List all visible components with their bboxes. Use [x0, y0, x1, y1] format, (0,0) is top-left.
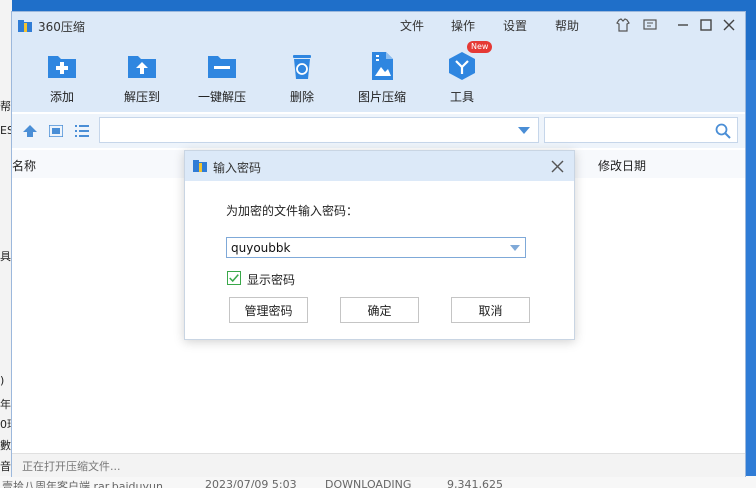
tools-cube-icon — [449, 52, 475, 80]
delete-label: 删除 — [289, 90, 314, 104]
extract-to-button[interactable]: 解压到 — [107, 50, 177, 105]
manage-password-button[interactable]: 管理密码 — [229, 297, 308, 323]
status-bar: 正在打开压缩文件... — [12, 453, 745, 477]
cancel-button[interactable]: 取消 — [451, 297, 530, 323]
show-password-checkbox[interactable] — [227, 271, 241, 285]
bg-text-fragment: 音 — [0, 460, 11, 473]
tools-label: 工具 — [449, 90, 474, 104]
password-field[interactable] — [226, 237, 526, 258]
bg-text-fragment: 年看 — [0, 398, 12, 411]
column-name[interactable]: 名称 — [12, 157, 36, 174]
bg-size: 9,341,625 — [447, 478, 503, 488]
thumbnail-view-icon[interactable] — [49, 125, 63, 137]
add-folder-icon — [48, 56, 76, 78]
bg-text-fragment: 帮 — [0, 100, 11, 113]
column-modified[interactable]: 修改日期 — [598, 157, 646, 174]
desktop-background-right — [745, 60, 756, 480]
extract-to-label: 解压到 — [123, 90, 160, 104]
bg-text-fragment: ) — [0, 374, 5, 387]
bg-status: DOWNLOADING — [325, 478, 412, 488]
bg-date: 2023/07/09 5:03 — [205, 478, 297, 488]
path-input[interactable] — [99, 117, 539, 143]
one-click-folder-icon — [208, 56, 236, 78]
extract-folder-icon — [128, 56, 156, 78]
minimize-icon[interactable] — [676, 18, 690, 32]
background-file-row: 壹拾八周年客户端.rar.baiduyun 2023/07/09 5:03 DO… — [0, 476, 756, 488]
menu-help[interactable]: 帮助 — [555, 17, 579, 34]
menu-file[interactable]: 文件 — [400, 17, 424, 34]
ok-button[interactable]: 确定 — [340, 297, 419, 323]
one-click-extract-label: 一键解压 — [197, 90, 246, 104]
password-input[interactable] — [229, 239, 503, 256]
background-window-left: 帮 ES 具 ) 年看 0环 數 音 — [0, 0, 12, 488]
up-arrow-icon[interactable] — [23, 125, 37, 137]
close-icon[interactable] — [722, 18, 736, 32]
dialog-app-icon — [193, 160, 207, 172]
show-password-label[interactable]: 显示密码 — [247, 271, 295, 288]
search-icon[interactable] — [715, 123, 731, 139]
app-title: 360压缩 — [38, 20, 85, 34]
status-text: 正在打开压缩文件... — [22, 460, 121, 473]
bg-text-fragment: 0环 — [0, 418, 12, 431]
list-view-icon[interactable] — [75, 125, 89, 137]
bg-text-fragment: ES — [0, 124, 12, 137]
password-prompt: 为加密的文件输入密码： — [226, 204, 359, 218]
path-dropdown-icon[interactable] — [518, 127, 530, 134]
password-dropdown-icon[interactable] — [510, 245, 520, 251]
delete-button[interactable]: 删除 — [267, 50, 337, 105]
recycle-bin-icon — [293, 55, 311, 79]
bg-filename: 壹拾八周年客户端.rar.baiduyun — [2, 480, 163, 488]
app-logo-icon — [18, 20, 32, 32]
tools-button[interactable]: 工具 — [427, 50, 497, 105]
image-file-icon — [372, 52, 393, 80]
one-click-extract-button[interactable]: 一键解压 — [187, 50, 257, 105]
skin-icon[interactable] — [616, 18, 630, 32]
add-label: 添加 — [49, 90, 74, 104]
dialog-title: 输入密码 — [213, 161, 262, 175]
add-button[interactable]: 添加 — [27, 50, 97, 105]
search-input[interactable] — [544, 117, 738, 143]
checkmark-icon — [229, 274, 239, 283]
dialog-close-icon[interactable] — [551, 160, 564, 173]
bg-text-fragment: 具 — [0, 250, 11, 263]
password-dialog: 输入密码 为加密的文件输入密码： 显示密码 管理密码 确定 取消 — [184, 150, 575, 340]
image-compress-button[interactable]: 图片压缩 — [347, 50, 417, 105]
menu-settings[interactable]: 设置 — [503, 17, 527, 34]
bg-text-fragment: 數 — [0, 439, 11, 452]
maximize-icon[interactable] — [699, 18, 713, 32]
image-compress-label: 图片压缩 — [357, 90, 406, 104]
menu-operate[interactable]: 操作 — [451, 17, 475, 34]
new-badge: New — [467, 41, 493, 53]
feedback-icon[interactable] — [643, 18, 657, 32]
